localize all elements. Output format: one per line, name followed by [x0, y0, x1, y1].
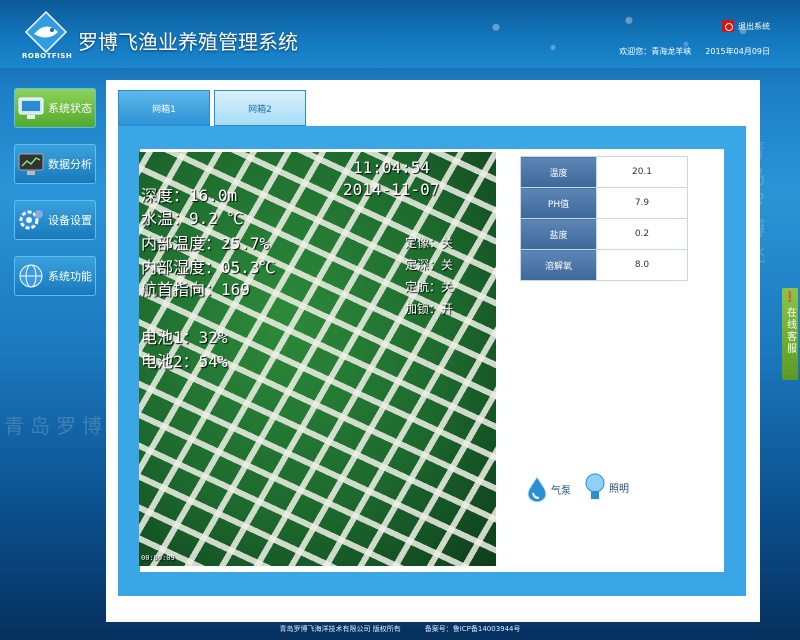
icp-text: 备案号：鲁ICP备14003944号: [424, 625, 521, 633]
osd-depth: 深度：16.0m: [141, 186, 238, 205]
reading-value: 0.2: [596, 218, 688, 250]
sidebar-item-label: 设备设置: [48, 214, 92, 227]
power-icon: [722, 20, 734, 32]
lighting-button[interactable]: 照明: [584, 472, 629, 502]
air-pump-button[interactable]: 气泵: [526, 476, 571, 502]
sidebar-item-system-functions[interactable]: 系统功能: [14, 256, 96, 296]
osd-inner-humidity: 内部湿度：05.3℃: [141, 258, 276, 277]
online-service-label: 在线客服: [784, 307, 796, 355]
current-date: 2015年04月09日: [705, 47, 770, 56]
tab-cage-1[interactable]: 网箱1: [118, 90, 210, 126]
osd-battery-2: 电池2：54%: [141, 352, 228, 371]
light-bulb-icon: [585, 473, 605, 499]
sidebar-item-data-analysis[interactable]: 数据分析: [14, 144, 96, 184]
user-info: 欢迎您：青海龙羊峡 2015年04月09日: [619, 46, 770, 57]
osd-time: 11:04:54: [353, 158, 431, 177]
air-pump-label: 气泵: [551, 485, 571, 497]
osd-inner-temp: 内部温度：25.7%: [141, 234, 270, 253]
osd-fix-depth: 定深：关: [405, 258, 454, 272]
reading-name: 盐度: [520, 218, 597, 250]
welcome-text: 欢迎您：青海龙羊峡: [619, 47, 692, 56]
app-header: ROBOTFISH 罗博飞渔业养殖管理系统 退出系统 欢迎您：青海龙羊峡 201…: [0, 0, 800, 68]
osd-battery-1: 电池1：32%: [141, 328, 228, 347]
reading-value: 8.0: [596, 249, 688, 281]
water-drop-icon: [527, 476, 547, 502]
gear-icon: [19, 210, 43, 230]
reading-name: PH值: [520, 187, 597, 219]
water-quality-table: 温度 20.1 PH值 7.9 盐度 0.2 溶解氧 8.0: [520, 156, 688, 281]
sidebar-item-device-settings[interactable]: 设备设置: [14, 200, 96, 240]
reading-value: 7.9: [596, 187, 688, 219]
osd-water-temp: 水温：9.2 ℃: [141, 209, 244, 228]
table-row: 温度 20.1: [520, 156, 688, 188]
globe-icon: [19, 264, 43, 288]
sidebar-item-label: 数据分析: [48, 158, 92, 171]
reading-name: 溶解氧: [520, 249, 597, 281]
osd-fix-heading: 定像：关: [405, 236, 454, 250]
reading-name: 温度: [520, 156, 597, 188]
table-row: 盐度 0.2: [520, 218, 688, 250]
monitor-icon: [18, 97, 44, 119]
osd-date: 2014-11-07: [343, 180, 440, 199]
camera-feed[interactable]: 11:04:54 2014-11-07 深度：16.0m 水温：9.2 ℃ 内部…: [139, 152, 496, 566]
copyright-text: 青岛罗博飞海洋技术有限公司 版权所有: [279, 625, 401, 633]
chart-monitor-icon: [18, 153, 44, 175]
app-title: 罗博飞渔业养殖管理系统: [78, 30, 298, 54]
sidebar-nav: 系统状态 数据分析 设备设置 系统功能: [14, 88, 96, 312]
logout-button[interactable]: 退出系统: [722, 20, 770, 32]
sidebar-item-label: 系统功能: [48, 270, 92, 283]
table-row: PH值 7.9: [520, 187, 688, 219]
page-footer: 青岛罗博飞海洋技术有限公司 版权所有 备案号：鲁ICP备14003944号: [0, 618, 800, 640]
logout-label: 退出系统: [738, 21, 770, 31]
tab-cage-2[interactable]: 网箱2: [214, 90, 306, 126]
osd-fix-course: 定航：关: [405, 280, 454, 294]
sidebar-item-label: 系统状态: [48, 102, 92, 115]
online-service-tab[interactable]: ❗ 在线客服: [782, 288, 798, 380]
cage-tabs: 网箱1 网箱2: [118, 90, 306, 126]
osd-lock: 加锁：开: [405, 302, 454, 316]
lighting-label: 照明: [609, 483, 629, 495]
osd-heading: 航首指向：169: [141, 280, 250, 299]
main-panel: 网箱1 网箱2 11:04:54 2014-11-07 深度：16.0m 水温：…: [106, 80, 760, 622]
chat-icon: ❗: [783, 292, 797, 303]
sidebar-item-system-status[interactable]: 系统状态: [14, 88, 96, 128]
header-bubbles-decoration: [420, 0, 800, 68]
logo-text: ROBOTFISH: [22, 52, 73, 60]
table-row: 溶解氧 8.0: [520, 249, 688, 281]
reading-value: 20.1: [596, 156, 688, 188]
osd-elapsed: 00:00:09: [141, 554, 175, 562]
